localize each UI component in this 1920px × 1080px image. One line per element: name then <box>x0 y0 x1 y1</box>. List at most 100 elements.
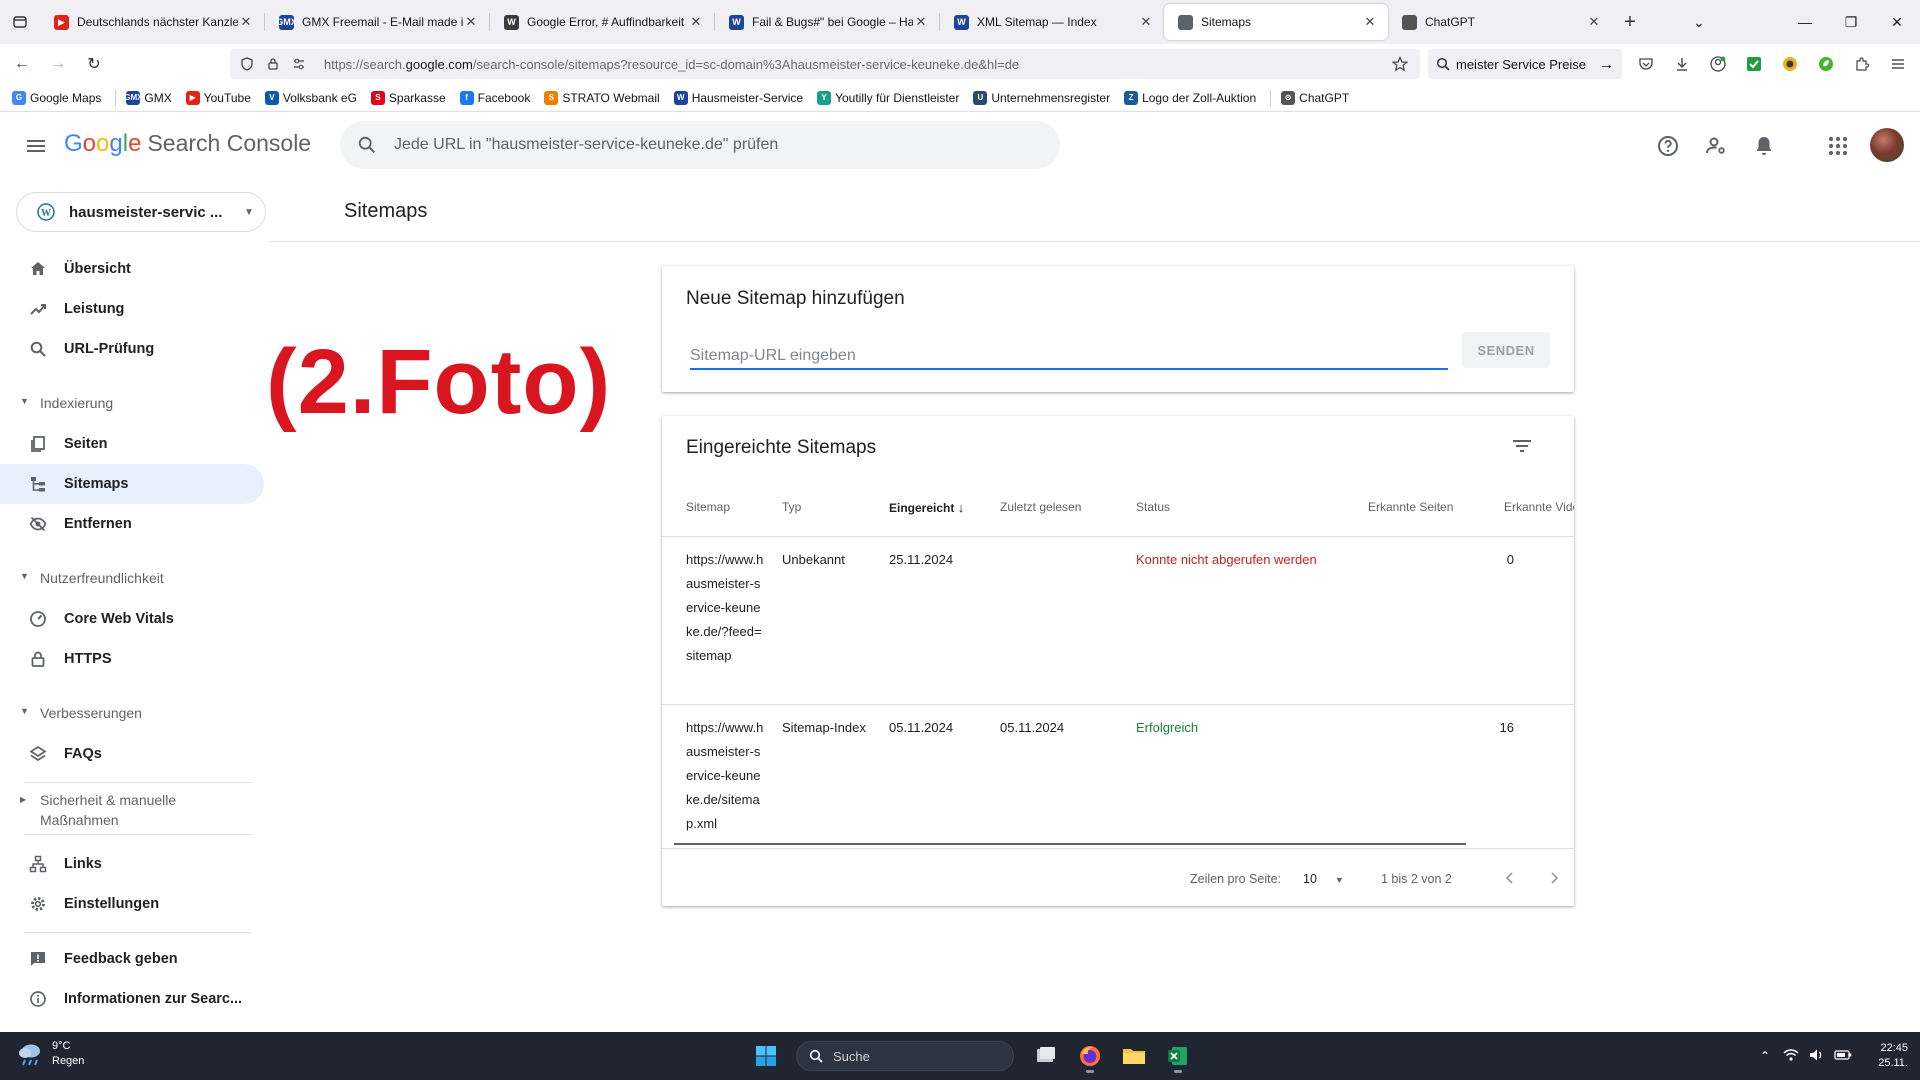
tab-close-icon[interactable]: ✕ <box>1362 14 1378 30</box>
close-window-button[interactable]: ✕ <box>1874 14 1920 31</box>
property-selector[interactable]: W hausmeister-servic ... ▼ <box>16 192 266 232</box>
tab-close-icon[interactable]: ✕ <box>1138 14 1154 30</box>
battery-icon[interactable] <box>1830 1049 1856 1064</box>
weather-widget[interactable]: 9°C Regen <box>16 1039 84 1069</box>
extensions-button[interactable] <box>1844 48 1880 80</box>
back-button[interactable]: ← <box>8 50 36 78</box>
downloads-button[interactable] <box>1664 48 1700 80</box>
bookmark-item[interactable]: V Volksbank eG <box>264 90 357 105</box>
google-apps-button[interactable] <box>1824 132 1852 160</box>
previous-page-button[interactable] <box>1498 866 1522 890</box>
excel-taskbar-button[interactable] <box>1156 1038 1200 1074</box>
file-explorer-taskbar-button[interactable] <box>1112 1038 1156 1074</box>
column-header-status[interactable]: Status <box>1136 500 1170 514</box>
extension-check-button[interactable] <box>1736 48 1772 80</box>
main-menu-button[interactable] <box>24 134 48 158</box>
bookmark-item[interactable]: S STRATO Webmail <box>544 90 660 105</box>
sidebar-item-core-web-vitals[interactable]: Core Web Vitals <box>0 599 264 639</box>
bookmark-item[interactable]: ▶ YouTube <box>185 90 251 105</box>
tab-close-icon[interactable]: ✕ <box>463 14 479 30</box>
bookmark-item[interactable]: G Google Maps <box>12 90 101 105</box>
tab-3[interactable]: W Google Error, # Auffindbarkeit S ✕ <box>490 4 714 40</box>
app-menu-button[interactable] <box>1880 48 1916 80</box>
minimize-button[interactable]: — <box>1782 14 1828 30</box>
task-view-button[interactable] <box>1024 1038 1068 1074</box>
column-header-last-read[interactable]: Zuletzt gelesen <box>1000 500 1081 514</box>
forward-button[interactable]: → <box>44 50 72 78</box>
manage-users-button[interactable] <box>1702 132 1730 160</box>
sidebar-section-experience[interactable]: ▼ Nutzerfreundlichkeit <box>0 568 264 588</box>
wifi-icon[interactable] <box>1778 1048 1804 1065</box>
extension-green-button[interactable] <box>1808 48 1844 80</box>
tab-list-button[interactable] <box>0 0 40 44</box>
bookmark-label: Unternehmensregister <box>991 90 1111 105</box>
url-bar[interactable]: https://search.google.com/search-console… <box>230 49 1420 79</box>
sidebar-section-enhancements[interactable]: ▼ Verbesserungen <box>0 703 264 723</box>
tab-2[interactable]: GMX GMX Freemail - E-Mail made in ✕ <box>265 4 489 40</box>
sidebar-item-faqs[interactable]: FAQs <box>0 734 264 774</box>
tab-1[interactable]: ▶ Deutschlands nächster Kanzler ✕ <box>40 4 264 40</box>
bookmark-item[interactable]: S Sparkasse <box>370 90 446 105</box>
tab-4[interactable]: W Fail & Bugs#" bei Google – Hau ✕ <box>715 4 939 40</box>
sidebar-item-https[interactable]: HTTPS <box>0 639 264 679</box>
column-header-type[interactable]: Typ <box>782 500 801 514</box>
horizontal-scrollbar[interactable] <box>674 843 1466 845</box>
tab-close-icon[interactable]: ✕ <box>913 14 929 30</box>
reload-button[interactable]: ↻ <box>80 50 108 78</box>
rows-per-page-select[interactable]: 10 ▼ <box>1303 872 1344 886</box>
submit-sitemap-button[interactable]: SENDEN <box>1462 332 1550 368</box>
notifications-button[interactable] <box>1750 132 1778 160</box>
bookmark-item[interactable]: GMX GMX <box>124 90 172 105</box>
account-button[interactable] <box>1700 48 1736 80</box>
column-header-sitemap[interactable]: Sitemap <box>686 500 730 514</box>
column-header-submitted[interactable]: Eingereicht ↓ <box>889 500 964 515</box>
sidebar-item-feedback[interactable]: Feedback geben <box>0 939 264 979</box>
bookmark-item[interactable]: Z Logo der Zoll-Auktion <box>1124 90 1256 105</box>
sidebar-item-removals[interactable]: Entfernen <box>0 504 264 544</box>
sidebar-item-settings[interactable]: Einstellungen <box>0 884 264 924</box>
sidebar-item-overview[interactable]: Übersicht <box>0 249 264 289</box>
bookmark-item[interactable]: Y Youtilly für Dienstleister <box>817 90 959 105</box>
extension-yellow-button[interactable] <box>1772 48 1808 80</box>
avatar[interactable] <box>1870 128 1904 162</box>
tab-5[interactable]: W XML Sitemap — Index ✕ <box>940 4 1164 40</box>
url-inspection-search[interactable]: Jede URL in "hausmeister-service-keuneke… <box>340 121 1060 169</box>
tab-7[interactable]: ChatGPT ✕ <box>1388 4 1612 40</box>
firefox-taskbar-button[interactable] <box>1068 1038 1112 1074</box>
column-header-discovered-videos[interactable]: Erkannte Vide <box>1504 500 1574 514</box>
sidebar-section-security[interactable]: ▶ Sicherheit & manuelle Maßnahmen <box>0 790 264 830</box>
taskbar-search[interactable]: Suche <box>796 1041 1014 1071</box>
column-header-discovered-pages[interactable]: Erkannte Seiten <box>1368 500 1453 514</box>
sidebar-item-url-inspection[interactable]: URL-Prüfung <box>0 329 264 369</box>
tab-close-icon[interactable]: ✕ <box>1586 14 1602 30</box>
sitemap-url-input[interactable] <box>690 338 1448 370</box>
system-clock[interactable]: 22:45 25.11. <box>1868 1041 1908 1071</box>
sidebar-item-about[interactable]: Informationen zur Searc... <box>0 979 264 1019</box>
tray-overflow-chevron-icon[interactable]: ⌃ <box>1752 1049 1778 1063</box>
sidebar-section-indexing[interactable]: ▼ Indexierung <box>0 393 264 413</box>
speaker-icon[interactable] <box>1804 1048 1830 1065</box>
help-button[interactable] <box>1654 132 1682 160</box>
go-arrow-icon[interactable]: → <box>1599 56 1614 73</box>
pocket-button[interactable] <box>1628 48 1664 80</box>
bookmark-item[interactable]: U Unternehmensregister <box>973 90 1111 105</box>
bookmark-star-icon[interactable] <box>1392 56 1408 72</box>
new-tab-button[interactable]: + <box>1612 4 1648 40</box>
bookmark-item[interactable]: f Facebook <box>459 90 530 105</box>
tab-6[interactable]: Sitemaps ✕ <box>1164 4 1388 40</box>
browser-search-box[interactable]: meister Service Preise → <box>1428 49 1622 79</box>
next-page-button[interactable] <box>1542 866 1566 890</box>
sidebar-item-sitemaps[interactable]: Sitemaps <box>0 464 264 504</box>
tab-overflow-chevron-icon[interactable]: ⌄ <box>1676 14 1722 31</box>
sidebar-item-performance[interactable]: Leistung <box>0 289 264 329</box>
sidebar-item-pages[interactable]: Seiten <box>0 424 264 464</box>
start-button[interactable] <box>744 1038 788 1074</box>
bookmark-item[interactable]: W Hausmeister-Service <box>673 90 803 105</box>
restore-button[interactable]: ❐ <box>1828 14 1874 31</box>
search-console-logo[interactable]: Google Search Console <box>64 130 311 158</box>
sidebar-item-links[interactable]: Links <box>0 844 264 884</box>
bookmark-item[interactable]: ⊛ ChatGPT <box>1281 90 1349 105</box>
tab-close-icon[interactable]: ✕ <box>238 14 254 30</box>
filter-button[interactable] <box>1510 434 1534 458</box>
tab-close-icon[interactable]: ✕ <box>688 14 704 30</box>
